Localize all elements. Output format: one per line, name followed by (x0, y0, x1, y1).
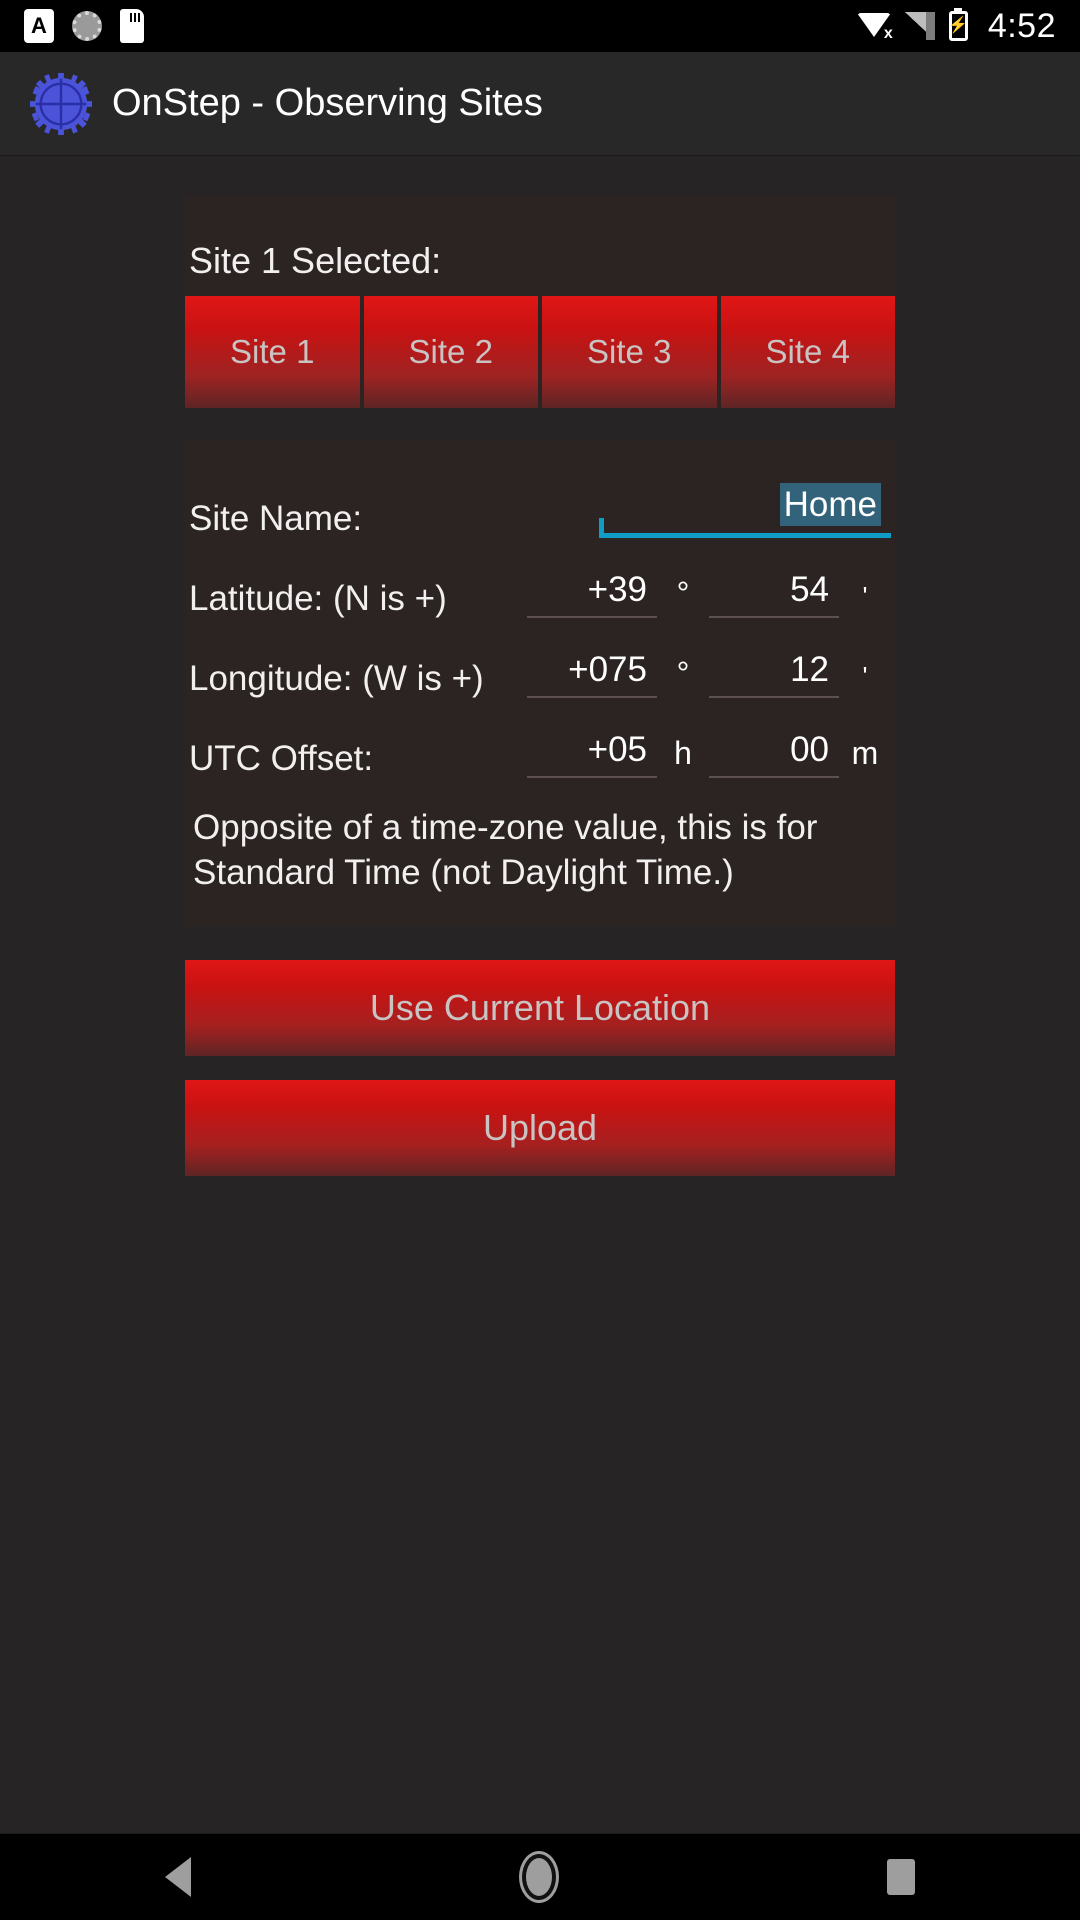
sites-panel: Site 1 Selected: Site 1 Site 2 Site 3 Si… (185, 196, 895, 408)
latitude-minutes-unit: ' (862, 581, 868, 611)
longitude-row: Longitude: (W is +) +075 ° 12 ' (189, 624, 891, 704)
longitude-degrees-input[interactable]: +075 (527, 650, 657, 698)
app-bar: OnStep - Observing Sites (0, 52, 1080, 156)
site-name-value: Home (779, 483, 881, 526)
selected-site-label: Site 1 Selected: (189, 240, 442, 281)
wifi-x-mark: x (883, 25, 893, 42)
latitude-degrees-unit: ° (676, 575, 690, 611)
utc-offset-minutes-unit: m (851, 735, 879, 771)
battery-charging-icon: ⚡ (948, 11, 969, 41)
site-name-label: Site Name: (189, 498, 363, 538)
latitude-row: Latitude: (N is +) +39 ° 54 ' (189, 544, 891, 624)
latitude-minutes-input[interactable]: 54 (709, 570, 839, 618)
status-bar: A x ⚡ 4:52 (0, 0, 1080, 52)
site-name-row: Site Name: Home (189, 464, 891, 544)
action-buttons: Use Current Location Upload (185, 959, 895, 1176)
site-button-2[interactable]: Site 2 (363, 296, 538, 408)
longitude-minutes-input[interactable]: 12 (709, 650, 839, 698)
status-bar-clock: 4:52 (987, 6, 1056, 45)
longitude-degrees-unit: ° (676, 655, 690, 691)
site-name-input[interactable]: Home (599, 483, 891, 538)
sd-card-icon (120, 9, 144, 43)
status-bar-left-icons: A (24, 9, 144, 43)
onstep-gear-crosshair-logo (30, 72, 92, 135)
back-icon[interactable] (165, 1857, 192, 1897)
utc-offset-help-text: Opposite of a time-zone value, this is f… (193, 808, 818, 892)
font-size-a-icon: A (24, 9, 54, 43)
status-bar-right-icons: x ⚡ 4:52 (856, 6, 1056, 46)
page-title: OnStep - Observing Sites (112, 82, 543, 124)
font-size-a-glyph: A (31, 13, 47, 38)
home-icon[interactable] (521, 1854, 556, 1900)
sync-icon (72, 11, 102, 41)
recent-apps-icon[interactable] (886, 1859, 915, 1895)
site-buttons-row: Site 1 Site 2 Site 3 Site 4 (185, 296, 895, 408)
site-button-1[interactable]: Site 1 (185, 296, 360, 408)
utc-offset-minutes-input[interactable]: 00 (709, 730, 839, 778)
utc-offset-hours-input[interactable]: +05 (527, 730, 657, 778)
utc-offset-hours-unit: h (674, 735, 692, 771)
latitude-label: Latitude: (N is +) (189, 578, 447, 618)
utc-offset-label: UTC Offset: (189, 738, 374, 778)
site-button-4[interactable]: Site 4 (720, 296, 895, 408)
use-current-location-button[interactable]: Use Current Location (185, 959, 895, 1056)
latitude-degrees-input[interactable]: +39 (527, 570, 657, 618)
site-details-panel: Site Name: Home Latitude: (N is +) +39 °… (185, 440, 895, 926)
wifi-off-icon: x (856, 13, 893, 42)
main-content: Site 1 Selected: Site 1 Site 2 Site 3 Si… (0, 156, 1080, 1833)
longitude-minutes-unit: ' (862, 661, 868, 691)
longitude-label: Longitude: (W is +) (189, 658, 484, 698)
utc-offset-row: UTC Offset: +05 h 00 m (189, 704, 891, 784)
cell-signal-icon (904, 12, 935, 40)
android-navigation-bar (0, 1834, 1080, 1920)
battery-bolt-glyph: ⚡ (948, 17, 969, 34)
site-button-3[interactable]: Site 3 (542, 296, 717, 408)
upload-button[interactable]: Upload (185, 1079, 895, 1176)
